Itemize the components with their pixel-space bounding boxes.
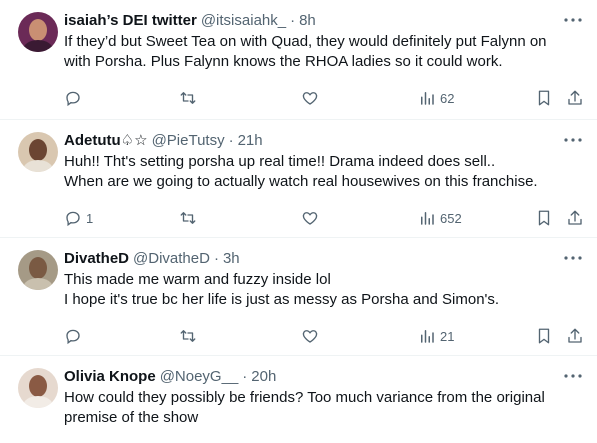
tweet[interactable]: Adetutu♤☆ @PieTutsy · 21h Huh!! Tht's se…	[0, 120, 597, 238]
views-icon	[421, 92, 434, 105]
separator-dot: ·	[290, 11, 296, 29]
timestamp[interactable]: 20h	[251, 368, 276, 385]
like-icon	[302, 212, 318, 225]
retweet-icon	[180, 212, 196, 224]
user-handle[interactable]: @DivatheD	[133, 250, 210, 267]
avatar[interactable]	[18, 368, 58, 408]
tweet-text-line: premise of the show	[64, 409, 199, 426]
display-name[interactable]: Adetutu♤☆	[64, 131, 148, 149]
more-icon[interactable]	[563, 250, 583, 266]
avatar[interactable]	[18, 132, 58, 172]
display-name[interactable]: DivatheD	[64, 250, 129, 267]
separator-dot: ·	[228, 131, 234, 149]
timestamp[interactable]: 3h	[223, 250, 240, 267]
share-button[interactable]	[566, 327, 584, 345]
like-icon	[302, 92, 318, 105]
tweet-text-line: Huh!! Tht's setting porsha up real time!…	[64, 153, 496, 170]
tweet-text: This made me warm and fuzzy inside lol I…	[64, 270, 581, 310]
tweet-text: Huh!! Tht's setting porsha up real time!…	[64, 152, 581, 192]
reply-icon	[66, 329, 80, 345]
retweet-button[interactable]	[178, 327, 202, 345]
tweet-text-line: How could they possibly be friends? Too …	[64, 389, 545, 406]
timestamp[interactable]: 21h	[238, 132, 263, 149]
reply-icon	[66, 211, 80, 227]
tweet-text-line: When are we going to actually watch real…	[64, 173, 538, 190]
action-bar: 1 652	[64, 198, 584, 238]
bookmark-icon	[538, 90, 550, 106]
display-name[interactable]: Olivia Knope	[64, 368, 156, 385]
share-button[interactable]	[566, 209, 584, 227]
timestamp[interactable]: 8h	[299, 12, 316, 29]
user-handle[interactable]: @NoeyG__	[160, 368, 239, 385]
like-button[interactable]	[301, 209, 323, 227]
tweet-header: Adetutu♤☆ @PieTutsy · 21h	[64, 130, 581, 150]
bookmark-button[interactable]	[536, 89, 552, 107]
tweet-header: Olivia Knope @NoeyG__ · 20h	[64, 366, 581, 386]
like-button[interactable]	[301, 89, 323, 107]
action-bar: 21	[64, 316, 584, 356]
bookmark-icon	[538, 328, 550, 344]
retweet-button[interactable]	[178, 209, 202, 227]
tweet[interactable]: Olivia Knope @NoeyG__ · 20h How could th…	[0, 356, 597, 443]
views-button[interactable]: 62	[418, 89, 454, 107]
tweet-text-line: This made me warm and fuzzy inside lol	[64, 271, 331, 288]
views-button[interactable]: 652	[418, 209, 462, 227]
share-icon	[568, 328, 582, 343]
display-name[interactable]: isaiah’s DEI twitter	[64, 12, 197, 29]
bookmark-button[interactable]	[536, 209, 552, 227]
more-icon[interactable]	[563, 368, 583, 384]
separator-dot: ·	[213, 249, 219, 267]
tweet[interactable]: isaiah’s DEI twitter @itsisaiahk_ · 8h I…	[0, 0, 597, 120]
share-icon	[568, 210, 582, 225]
views-count: 21	[440, 328, 455, 344]
like-icon	[302, 330, 318, 343]
retweet-icon	[180, 92, 196, 104]
tweet-text-line: with Porsha. Plus Falynn knows the RHOA …	[64, 53, 503, 70]
tweet-text-line: I hope it's true bc her life is just as …	[64, 291, 500, 308]
action-bar: 62	[64, 78, 584, 118]
share-icon	[568, 90, 582, 105]
tweet-text: If they’d but Sweet Tea on with Quad, th…	[64, 32, 581, 72]
tweet-header: isaiah’s DEI twitter @itsisaiahk_ · 8h	[64, 10, 581, 30]
views-icon	[421, 330, 434, 343]
views-icon	[421, 212, 434, 225]
bookmark-icon	[538, 210, 550, 226]
views-count: 652	[440, 210, 462, 226]
reply-button[interactable]	[64, 327, 86, 345]
reply-count: 1	[86, 210, 94, 226]
user-handle[interactable]: @itsisaiahk_	[201, 12, 286, 29]
tweet-text-line: If they’d but Sweet Tea on with Quad, th…	[64, 33, 547, 50]
tweet-header: DivatheD @DivatheD · 3h	[64, 248, 581, 268]
views-count: 62	[440, 90, 455, 106]
retweet-button[interactable]	[178, 89, 202, 107]
separator-dot: ·	[242, 367, 248, 385]
reply-icon	[66, 91, 80, 107]
more-icon[interactable]	[563, 132, 583, 148]
avatar[interactable]	[18, 250, 58, 290]
like-button[interactable]	[301, 327, 323, 345]
tweet-text: How could they possibly be friends? Too …	[64, 388, 581, 428]
user-handle[interactable]: @PieTutsy	[152, 132, 225, 149]
avatar[interactable]	[18, 12, 58, 52]
more-icon[interactable]	[563, 12, 583, 28]
views-button[interactable]: 21	[418, 327, 454, 345]
reply-button[interactable]	[64, 89, 86, 107]
bookmark-button[interactable]	[536, 327, 552, 345]
tweet[interactable]: DivatheD @DivatheD · 3h This made me war…	[0, 238, 597, 356]
retweet-icon	[180, 330, 196, 342]
reply-button[interactable]: 1	[64, 209, 93, 227]
share-button[interactable]	[566, 89, 584, 107]
